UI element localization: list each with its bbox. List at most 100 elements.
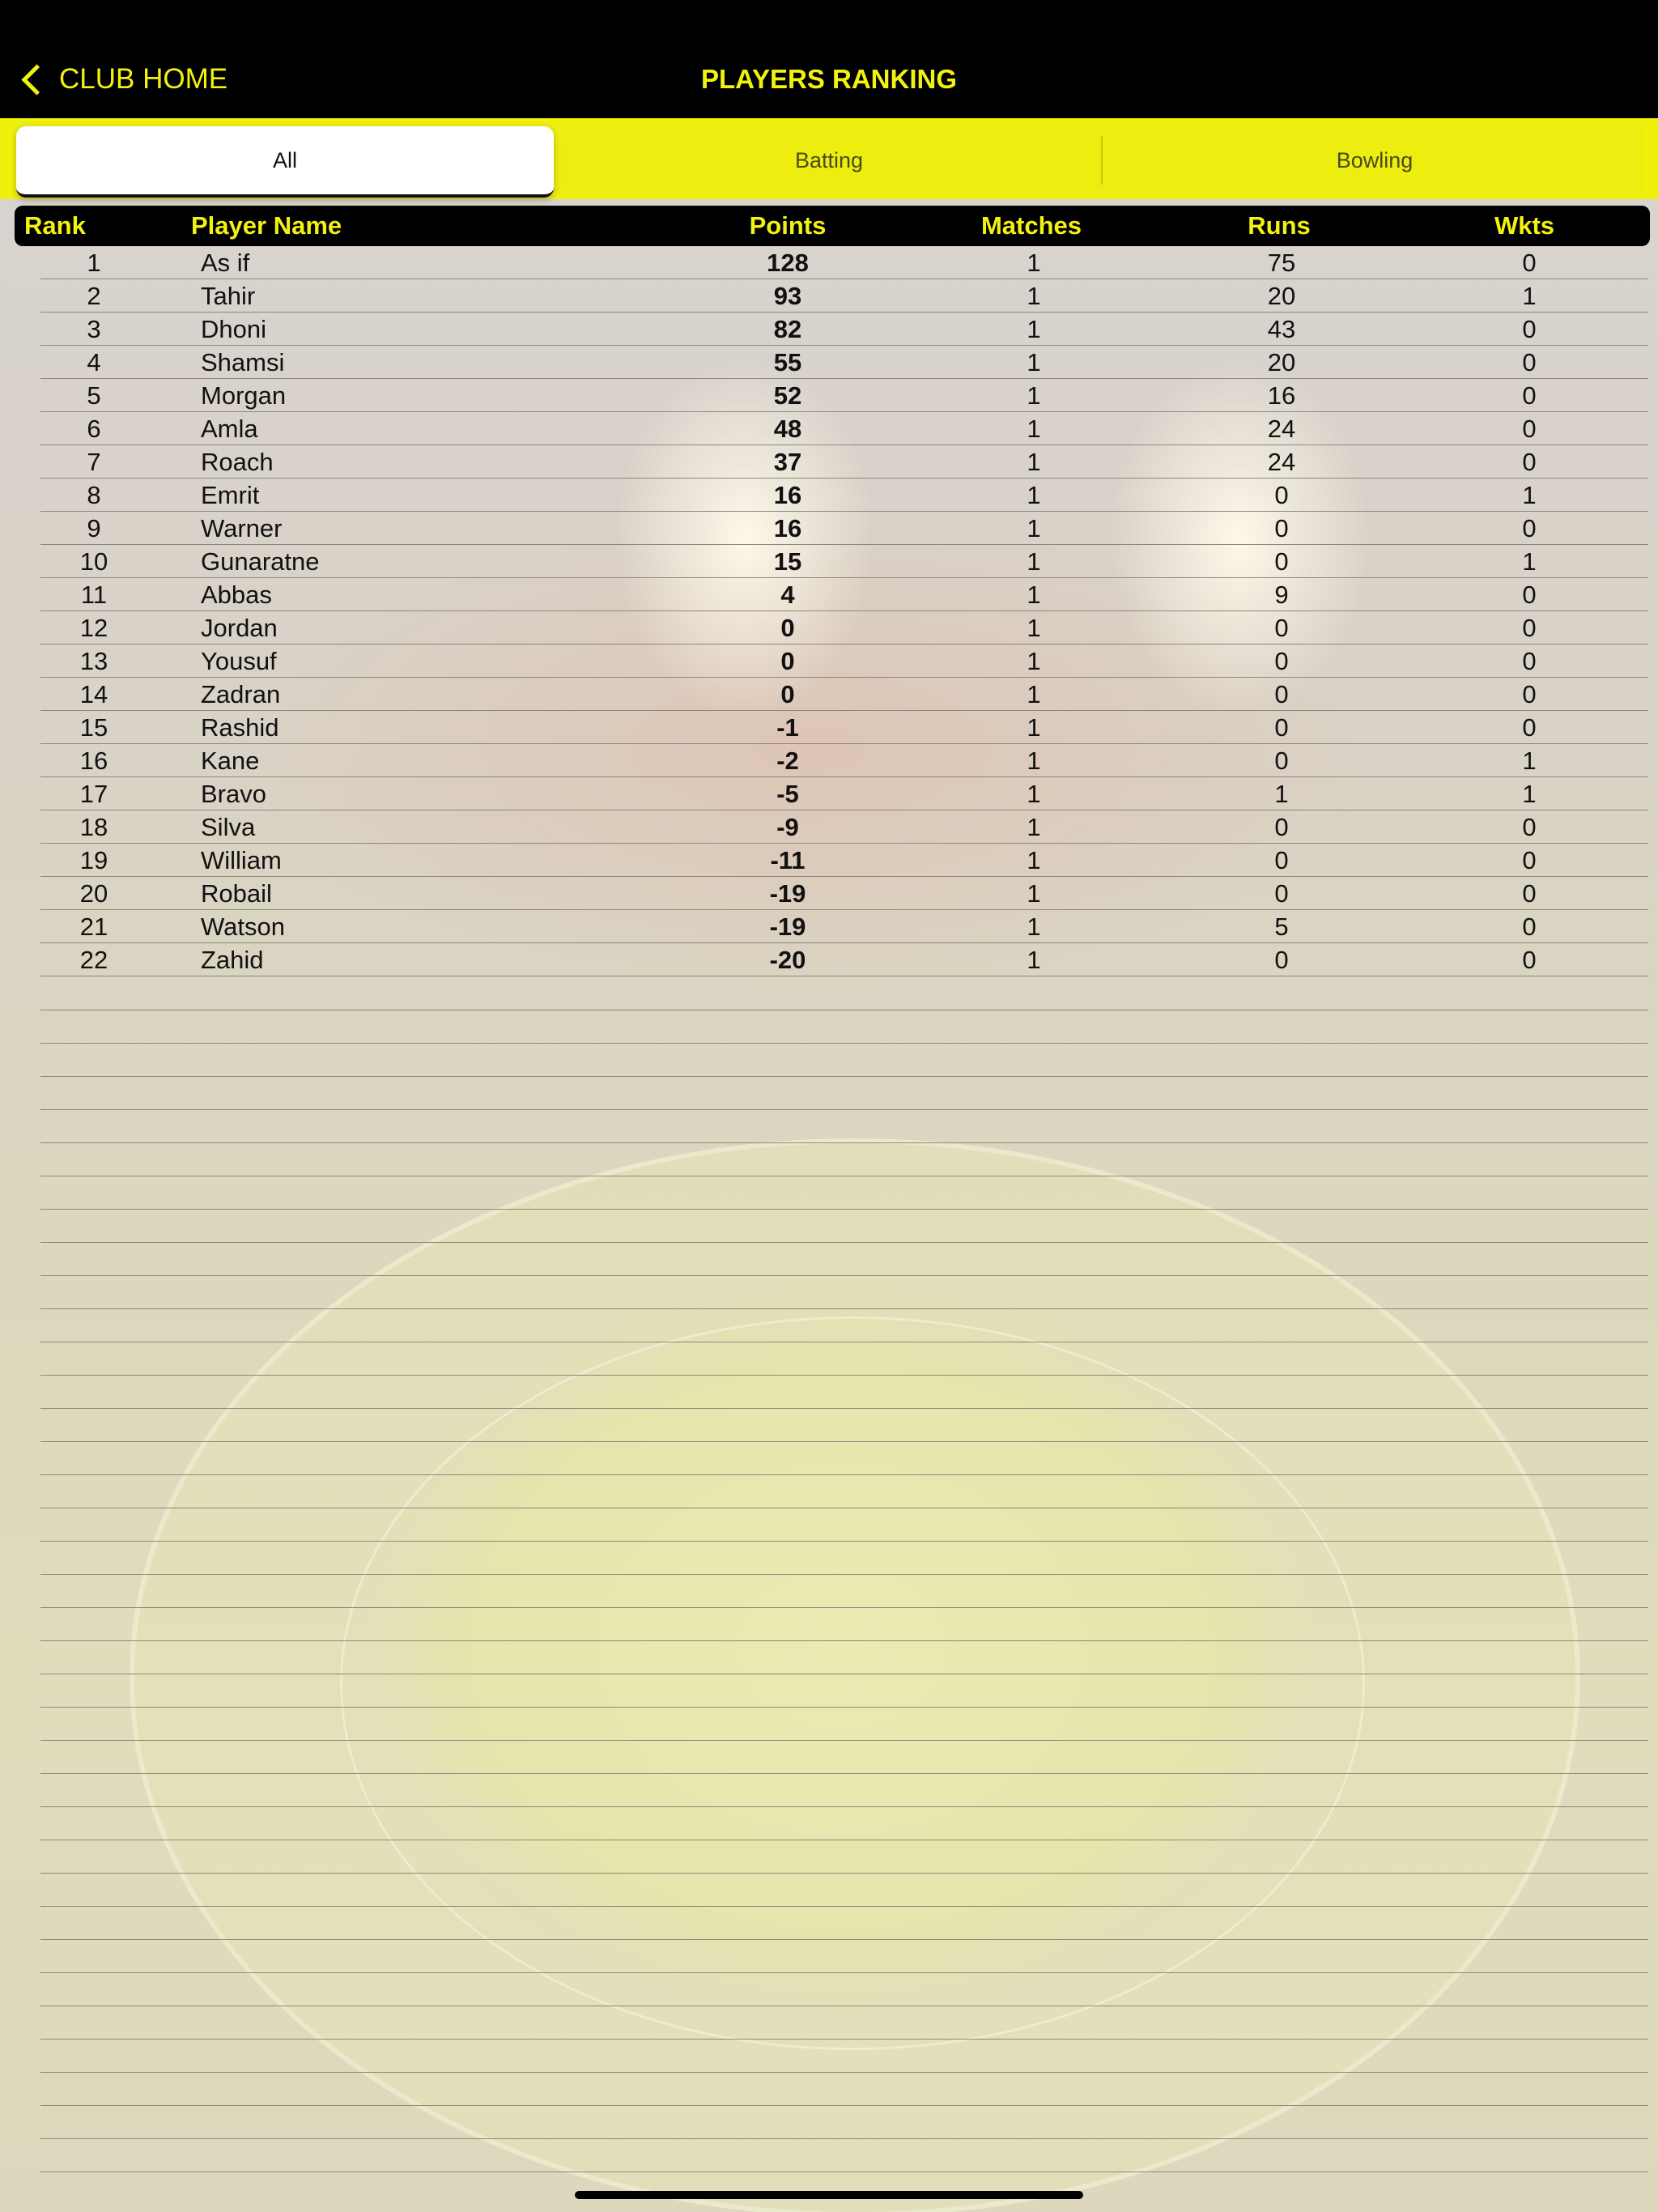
player-name-cell: Shamsi bbox=[201, 348, 285, 376]
rank-cell: 18 bbox=[79, 813, 108, 841]
rank-cell: 7 bbox=[87, 448, 101, 476]
empty-row-line bbox=[40, 1109, 1648, 1110]
column-header-runs: Runs bbox=[1248, 211, 1311, 240]
table-row[interactable]: 2 Tahir 93 1 20 1 bbox=[0, 279, 1658, 313]
wkts-cell: 0 bbox=[1522, 614, 1537, 642]
empty-row-line bbox=[40, 1275, 1648, 1276]
matches-cell: 1 bbox=[1027, 348, 1041, 376]
empty-row-line bbox=[40, 1773, 1648, 1774]
runs-cell: 0 bbox=[1274, 713, 1289, 742]
empty-row-line bbox=[40, 1209, 1648, 1210]
points-cell: 4 bbox=[780, 581, 795, 609]
rank-cell: 8 bbox=[87, 481, 101, 509]
player-name-cell: Watson bbox=[201, 912, 285, 941]
runs-cell: 0 bbox=[1274, 879, 1289, 908]
runs-cell: 0 bbox=[1274, 747, 1289, 775]
points-cell: 37 bbox=[773, 448, 802, 476]
player-name-cell: Emrit bbox=[201, 481, 260, 509]
player-name-cell: Morgan bbox=[201, 381, 287, 410]
table-row[interactable]: 13 Yousuf 0 1 0 0 bbox=[0, 644, 1658, 678]
runs-cell: 0 bbox=[1274, 514, 1289, 542]
matches-cell: 1 bbox=[1027, 713, 1041, 742]
field-ring bbox=[340, 1317, 1365, 2050]
runs-cell: 43 bbox=[1267, 315, 1296, 343]
rank-cell: 3 bbox=[87, 315, 101, 343]
empty-row-line bbox=[40, 1541, 1648, 1542]
wkts-cell: 0 bbox=[1522, 315, 1537, 343]
tab-bowling[interactable]: Bowling bbox=[1106, 126, 1643, 194]
matches-cell: 1 bbox=[1027, 315, 1041, 343]
matches-cell: 1 bbox=[1027, 581, 1041, 609]
matches-cell: 1 bbox=[1027, 912, 1041, 941]
wkts-cell: 0 bbox=[1522, 381, 1537, 410]
player-name-cell: Abbas bbox=[201, 581, 272, 609]
empty-row-line bbox=[40, 1308, 1648, 1309]
player-name-cell: Rashid bbox=[201, 713, 279, 742]
empty-row-line bbox=[40, 1408, 1648, 1409]
table-row[interactable]: 10 Gunaratne 15 1 0 1 bbox=[0, 545, 1658, 578]
column-header-player-name: Player Name bbox=[191, 211, 342, 240]
table-row[interactable]: 15 Rashid -1 1 0 0 bbox=[0, 711, 1658, 744]
table-row[interactable]: 3 Dhoni 82 1 43 0 bbox=[0, 313, 1658, 346]
table-row[interactable]: 22 Zahid -20 1 0 0 bbox=[0, 943, 1658, 976]
navigation-bar: CLUB HOME PLAYERS RANKING bbox=[0, 0, 1658, 118]
points-cell: 82 bbox=[773, 315, 802, 343]
matches-cell: 1 bbox=[1027, 946, 1041, 974]
empty-row-line bbox=[40, 1972, 1648, 1973]
table-row[interactable]: 18 Silva -9 1 0 0 bbox=[0, 810, 1658, 844]
table-row[interactable]: 19 William -11 1 0 0 bbox=[0, 844, 1658, 877]
table-row[interactable]: 20 Robail -19 1 0 0 bbox=[0, 877, 1658, 910]
column-header-points: Points bbox=[749, 211, 827, 240]
wkts-cell: 1 bbox=[1522, 747, 1537, 775]
player-name-cell: Gunaratne bbox=[201, 547, 320, 576]
table-row[interactable]: 11 Abbas 4 1 9 0 bbox=[0, 578, 1658, 611]
home-indicator[interactable] bbox=[575, 2191, 1083, 2199]
table-row[interactable]: 7 Roach 37 1 24 0 bbox=[0, 445, 1658, 479]
points-cell: -19 bbox=[769, 879, 806, 908]
table-row[interactable]: 4 Shamsi 55 1 20 0 bbox=[0, 346, 1658, 379]
wkts-cell: 0 bbox=[1522, 879, 1537, 908]
table-row[interactable]: 12 Jordan 0 1 0 0 bbox=[0, 611, 1658, 644]
wkts-cell: 0 bbox=[1522, 647, 1537, 675]
runs-cell: 24 bbox=[1267, 448, 1296, 476]
player-name-cell: William bbox=[201, 846, 282, 874]
table-row[interactable]: 16 Kane -2 1 0 1 bbox=[0, 744, 1658, 777]
runs-cell: 20 bbox=[1267, 282, 1296, 310]
points-cell: 15 bbox=[773, 547, 802, 576]
points-cell: -9 bbox=[776, 813, 799, 841]
table-row[interactable]: 14 Zadran 0 1 0 0 bbox=[0, 678, 1658, 711]
matches-cell: 1 bbox=[1027, 415, 1041, 443]
runs-cell: 0 bbox=[1274, 547, 1289, 576]
rank-cell: 17 bbox=[79, 780, 108, 808]
player-name-cell: Jordan bbox=[201, 614, 278, 642]
matches-cell: 1 bbox=[1027, 647, 1041, 675]
table-row[interactable]: 17 Bravo -5 1 1 1 bbox=[0, 777, 1658, 810]
runs-cell: 5 bbox=[1274, 912, 1289, 941]
empty-row-line bbox=[40, 1242, 1648, 1243]
table-row[interactable]: 5 Morgan 52 1 16 0 bbox=[0, 379, 1658, 412]
empty-row-line bbox=[40, 1043, 1648, 1044]
runs-cell: 16 bbox=[1267, 381, 1296, 410]
points-cell: -19 bbox=[769, 912, 806, 941]
tab-batting[interactable]: Batting bbox=[560, 126, 1098, 194]
wkts-cell: 0 bbox=[1522, 713, 1537, 742]
rank-cell: 2 bbox=[87, 282, 101, 310]
table-row[interactable]: 21 Watson -19 1 5 0 bbox=[0, 910, 1658, 943]
page-title: PLAYERS RANKING bbox=[701, 64, 957, 94]
points-cell: 93 bbox=[773, 282, 802, 310]
empty-row-line bbox=[40, 1873, 1648, 1874]
tab-all[interactable]: All bbox=[16, 126, 554, 198]
rank-cell: 5 bbox=[87, 381, 101, 410]
wkts-cell: 1 bbox=[1522, 282, 1537, 310]
empty-row-line bbox=[40, 1076, 1648, 1077]
empty-row-line bbox=[40, 2138, 1648, 2139]
table-row[interactable]: 8 Emrit 16 1 0 1 bbox=[0, 479, 1658, 512]
rank-cell: 21 bbox=[79, 912, 108, 941]
table-row[interactable]: 1 As if 128 1 75 0 bbox=[0, 246, 1658, 279]
rank-cell: 20 bbox=[79, 879, 108, 908]
table-row[interactable]: 9 Warner 16 1 0 0 bbox=[0, 512, 1658, 545]
player-name-cell: Zadran bbox=[201, 680, 281, 708]
rank-cell: 22 bbox=[79, 946, 108, 974]
table-row[interactable]: 6 Amla 48 1 24 0 bbox=[0, 412, 1658, 445]
matches-cell: 1 bbox=[1027, 448, 1041, 476]
